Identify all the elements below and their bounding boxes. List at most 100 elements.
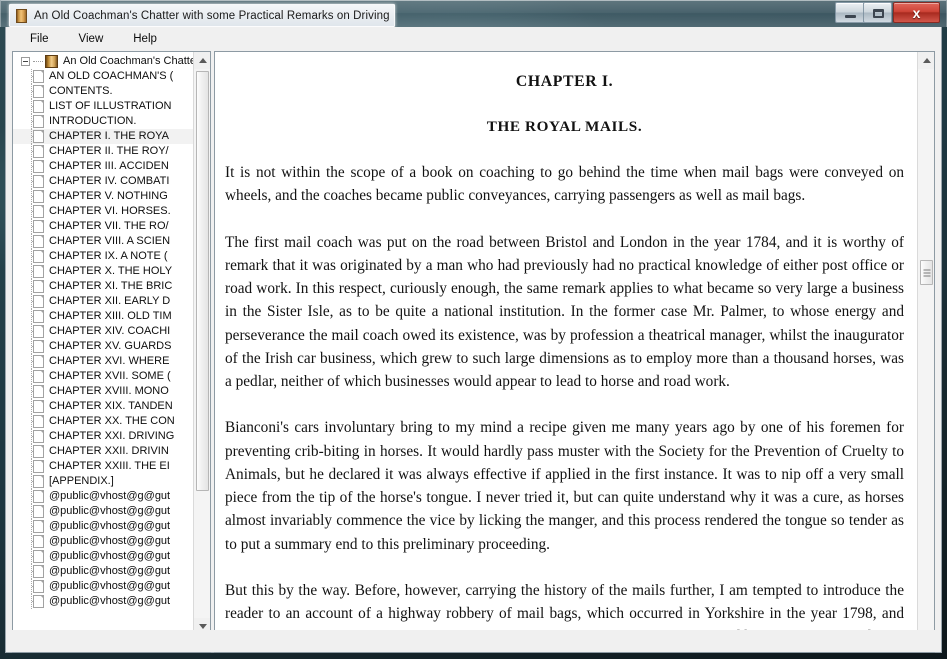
tree-row[interactable]: CHAPTER XIX. TANDEN	[13, 399, 193, 414]
tree-row[interactable]: @public@vhost@g@gut	[13, 519, 193, 534]
tree-item-label: CHAPTER XIII. OLD TIM	[49, 310, 172, 322]
tree-row[interactable]: CHAPTER XVI. WHERE	[13, 354, 193, 369]
tree-row[interactable]: CHAPTER VII. THE RO/	[13, 219, 193, 234]
page-icon	[33, 580, 44, 593]
document-viewport: CHAPTER I. THE ROYAL MAILS. It is not wi…	[215, 52, 916, 652]
tree-item-label: CHAPTER XXI. DRIVING	[49, 430, 175, 442]
minimize-button[interactable]	[835, 2, 864, 23]
page-icon	[33, 145, 44, 158]
tree-item-label: CHAPTER XVIII. MONO	[49, 385, 169, 397]
tree-item-label: CHAPTER I. THE ROYA	[49, 130, 170, 142]
tree-item-label: [APPENDIX.]	[49, 475, 114, 487]
tree-row[interactable]: CHAPTER XVII. SOME (	[13, 369, 193, 384]
page-icon	[33, 280, 44, 293]
toc-tree-pane[interactable]: An Old Coachman's Chatter w AN OLD COACH…	[12, 51, 211, 653]
page-icon	[33, 160, 44, 173]
tree-row[interactable]: CHAPTER XXII. DRIVIN	[13, 444, 193, 459]
document-content: CHAPTER I. THE ROYAL MAILS. It is not wi…	[225, 70, 904, 652]
chapter-title: THE ROYAL MAILS.	[486, 118, 643, 135]
document-pane[interactable]: CHAPTER I. THE ROYAL MAILS. It is not wi…	[214, 51, 935, 653]
tree-row-root[interactable]: An Old Coachman's Chatter w	[13, 54, 193, 69]
tree-row[interactable]: [APPENDIX.]	[13, 474, 193, 489]
tree-item-label: CHAPTER XVI. WHERE	[49, 355, 170, 367]
page-icon	[33, 205, 44, 218]
tree-item-label: CHAPTER IV. COMBATI	[49, 175, 170, 187]
tree-row[interactable]: LIST OF ILLUSTRATION	[13, 99, 193, 114]
page-icon	[33, 400, 44, 413]
tree-row[interactable]: @public@vhost@g@gut	[13, 549, 193, 564]
tree-row[interactable]: CHAPTER XI. THE BRIC	[13, 279, 193, 294]
tree-row[interactable]: CHAPTER X. THE HOLY	[13, 264, 193, 279]
page-icon	[33, 70, 44, 83]
tree-row[interactable]: CHAPTER XIV. COACHI	[13, 324, 193, 339]
page-icon	[33, 175, 44, 188]
tree-row[interactable]: @public@vhost@g@gut	[13, 564, 193, 579]
chevron-up-icon	[198, 58, 207, 63]
tree-row[interactable]: CHAPTER XVIII. MONO	[13, 384, 193, 399]
tree-item-label: INTRODUCTION.	[49, 115, 137, 127]
page-icon	[33, 310, 44, 323]
toc-tree-list: An Old Coachman's Chatter w AN OLD COACH…	[13, 54, 193, 609]
page-icon	[33, 130, 44, 143]
tree-row[interactable]: CHAPTER III. ACCIDEN	[13, 159, 193, 174]
tree-row[interactable]: @public@vhost@g@gut	[13, 489, 193, 504]
tree-row[interactable]: CONTENTS.	[13, 84, 193, 99]
window-titlebar[interactable]: An Old Coachman's Chatter with some Prac…	[0, 0, 947, 27]
tree-item-label: CHAPTER X. THE HOLY	[49, 265, 173, 277]
toc-vertical-scroll-thumb[interactable]	[196, 71, 209, 491]
tree-row[interactable]: CHAPTER II. THE ROY/	[13, 144, 193, 159]
scroll-thumb-grip	[923, 269, 930, 276]
book-icon	[16, 8, 27, 23]
tree-row[interactable]: CHAPTER V. NOTHING	[13, 189, 193, 204]
tree-item-label: CHAPTER XXIII. THE EI	[49, 460, 170, 472]
tree-row[interactable]: CHAPTER VI. HORSES.	[13, 204, 193, 219]
page-icon	[33, 85, 44, 98]
tree-row[interactable]: CHAPTER IX. A NOTE (	[13, 249, 193, 264]
page-icon	[33, 415, 44, 428]
tree-row[interactable]: INTRODUCTION.	[13, 114, 193, 129]
page-icon	[33, 550, 44, 563]
tree-row[interactable]: CHAPTER XIII. OLD TIM	[13, 309, 193, 324]
tree-row[interactable]: @public@vhost@g@gut	[13, 579, 193, 594]
maximize-button[interactable]	[863, 2, 892, 23]
tree-row[interactable]: CHAPTER XXIII. THE EI	[13, 459, 193, 474]
page-icon	[33, 250, 44, 263]
tree-item-label: LIST OF ILLUSTRATION	[49, 100, 172, 112]
tree-row[interactable]: CHAPTER XV. GUARDS	[13, 339, 193, 354]
tree-row[interactable]: @public@vhost@g@gut	[13, 594, 193, 609]
tree-item-label: @public@vhost@g@gut	[49, 550, 171, 562]
tree-item-label: @public@vhost@g@gut	[49, 565, 171, 577]
tree-item-label: @public@vhost@g@gut	[49, 595, 171, 607]
document-paragraph: The first mail coach was put on the road…	[225, 233, 904, 391]
chevron-up-icon	[922, 58, 931, 63]
document-vertical-scrollbar[interactable]	[917, 52, 934, 652]
menu-item-view[interactable]: View	[67, 29, 116, 49]
tree-row[interactable]: CHAPTER I. THE ROYA	[13, 129, 193, 144]
document-vertical-scroll-thumb[interactable]	[920, 260, 933, 285]
expander-minus-icon[interactable]	[21, 57, 30, 66]
tree-row[interactable]: CHAPTER IV. COMBATI	[13, 174, 193, 189]
page-icon	[33, 340, 44, 353]
tree-item-label: CONTENTS.	[49, 85, 113, 97]
window-bottom-strip	[6, 630, 941, 652]
menu-item-help[interactable]: Help	[121, 29, 169, 49]
tree-item-label: AN OLD COACHMAN'S (	[49, 70, 174, 82]
book-icon	[45, 55, 58, 68]
document-scroll-up-button[interactable]	[918, 52, 934, 69]
toc-vertical-scrollbar[interactable]	[193, 52, 210, 635]
caption-buttons: x	[835, 2, 940, 23]
page-icon	[33, 460, 44, 473]
menu-item-file[interactable]: File	[18, 29, 61, 49]
tree-row[interactable]: @public@vhost@g@gut	[13, 534, 193, 549]
toc-scroll-up-button[interactable]	[194, 52, 210, 69]
tree-row[interactable]: CHAPTER VIII. A SCIEN	[13, 234, 193, 249]
close-button[interactable]: x	[893, 2, 940, 23]
tree-item-label: CHAPTER XVII. SOME (	[49, 370, 171, 382]
tree-row[interactable]: AN OLD COACHMAN'S (	[13, 69, 193, 84]
tree-row[interactable]: @public@vhost@g@gut	[13, 504, 193, 519]
tree-row[interactable]: CHAPTER XX. THE CON	[13, 414, 193, 429]
window-title-strip: An Old Coachman's Chatter with some Prac…	[9, 4, 395, 27]
tree-row[interactable]: CHAPTER XII. EARLY D	[13, 294, 193, 309]
tree-root-label: An Old Coachman's Chatter w	[63, 55, 193, 67]
tree-row[interactable]: CHAPTER XXI. DRIVING	[13, 429, 193, 444]
